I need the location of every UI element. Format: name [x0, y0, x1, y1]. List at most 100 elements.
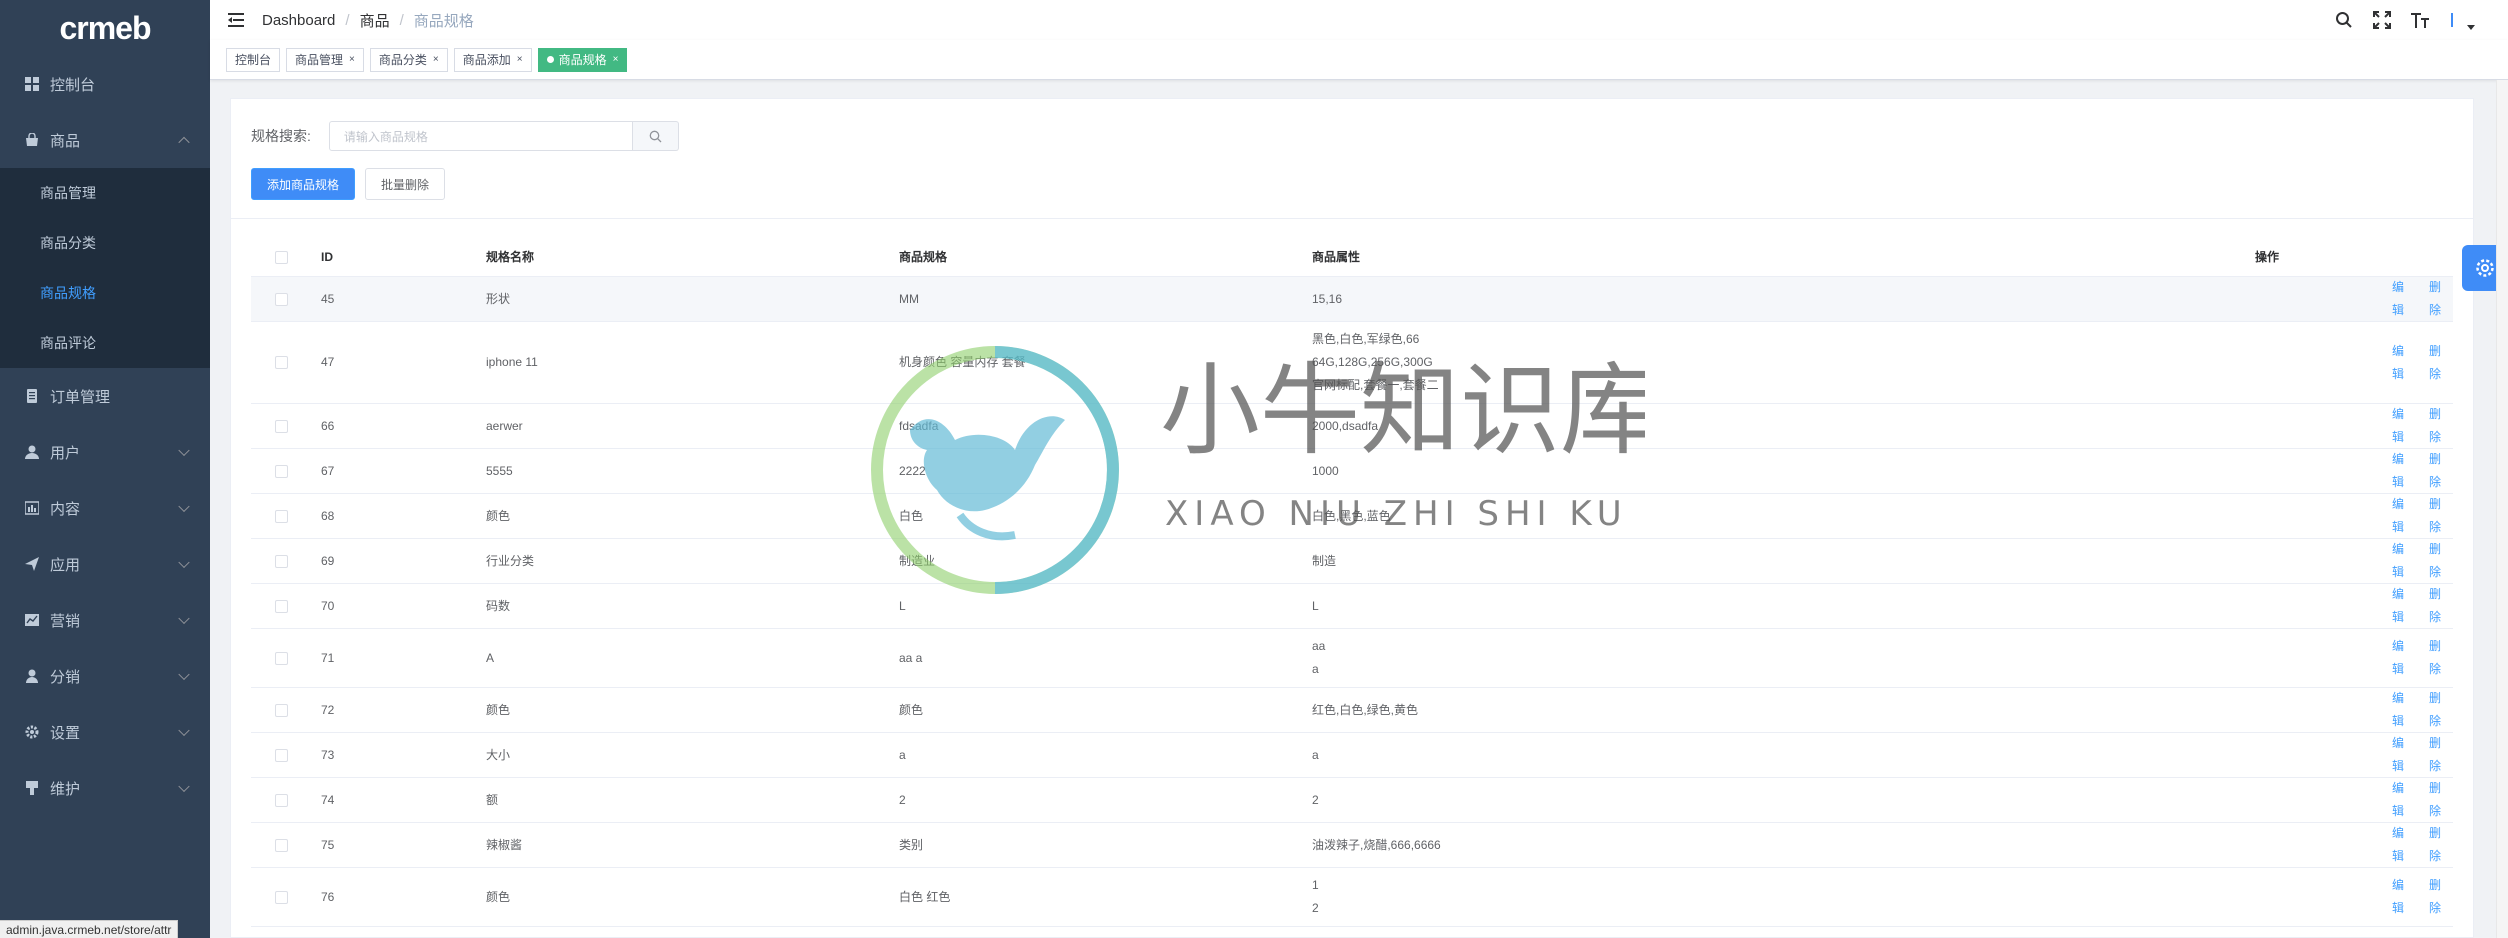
close-icon[interactable]: ×	[517, 54, 523, 65]
breadcrumb-dashboard[interactable]: Dashboard	[262, 12, 335, 29]
row-checkbox[interactable]	[274, 890, 288, 904]
close-icon[interactable]: ×	[349, 54, 355, 65]
cell-id: 71	[321, 650, 335, 665]
delete-link[interactable]: 删除	[2429, 583, 2442, 629]
sidebar-menu: 控制台商品商品管理 商品分类 商品规格 商品评论 订单管理 用户 内容应用营销 分销 设置 维护	[0, 56, 210, 816]
delete-link[interactable]: 删除	[2429, 493, 2442, 539]
cell-spec: aa a	[899, 650, 923, 665]
avatar[interactable]	[2448, 10, 2478, 30]
edit-link[interactable]: 编辑	[2392, 583, 2405, 629]
sidebar-item-distribution[interactable]: 分销	[0, 648, 210, 704]
marketing-icon	[24, 612, 40, 628]
edit-link[interactable]: 编辑	[2392, 538, 2405, 584]
delete-link[interactable]: 删除	[2429, 822, 2442, 868]
row-checkbox[interactable]	[274, 509, 288, 523]
attr-value: 油泼辣子,烧醋,666,6666	[1312, 837, 1441, 852]
submenu-item[interactable]: 商品规格	[0, 268, 210, 318]
delete-link[interactable]: 删除	[2429, 403, 2442, 449]
delete-link[interactable]: 删除	[2429, 340, 2442, 386]
sidebar: crmeb 控制台商品商品管理 商品分类 商品规格 商品评论 订单管理 用户 内容应用营销分…	[0, 0, 210, 938]
cell-id: 68	[321, 508, 335, 523]
tab-tag[interactable]: 商品规格 ×	[537, 47, 628, 72]
sidebar-item-marketing[interactable]: 营销	[0, 592, 210, 648]
fullscreen-icon[interactable]	[2372, 10, 2392, 30]
sidebar-item-app[interactable]: 应用	[0, 536, 210, 592]
cell-spec: 类别	[899, 837, 924, 852]
delete-link[interactable]: 删除	[2429, 635, 2442, 681]
sidebar-item-order[interactable]: 订单管理	[0, 368, 210, 424]
tab-tag[interactable]: 控制台	[226, 47, 281, 72]
scrollbar[interactable]	[2496, 80, 2508, 938]
sidebar-item-settings[interactable]: 设置	[0, 704, 210, 760]
spec-search-input[interactable]: 请输入商品规格	[328, 121, 633, 151]
font-size-icon[interactable]	[2410, 10, 2430, 30]
cell-attr: 白色,黑色,蓝色	[1302, 505, 2092, 528]
delete-link[interactable]: 删除	[2429, 777, 2442, 823]
table-row: 47 iphone 11 机身颜色 容量内存 套餐 黑色,白色,军绿色,66 64G,1…	[251, 322, 2453, 404]
edit-link[interactable]: 编辑	[2392, 635, 2405, 681]
row-checkbox[interactable]	[274, 464, 288, 478]
cell-spec: a	[899, 747, 906, 762]
add-spec-button[interactable]: 添加商品规格	[251, 168, 356, 200]
delete-link[interactable]: 删除	[2429, 448, 2442, 494]
row-checkbox[interactable]	[274, 748, 288, 762]
delete-link[interactable]: 删除	[2429, 276, 2442, 322]
edit-link[interactable]: 编辑	[2392, 448, 2405, 494]
batch-delete-button[interactable]: 批量删除	[365, 168, 446, 200]
close-icon[interactable]: ×	[613, 54, 619, 65]
tab-tag[interactable]: 商品分类 ×	[369, 47, 448, 72]
sidebar-item-user[interactable]: 用户	[0, 424, 210, 480]
sidebar-item-maintain[interactable]: 维护	[0, 760, 210, 816]
chevron-down-icon	[178, 780, 190, 793]
search-icon[interactable]	[2334, 10, 2354, 30]
cell-attr: L	[1302, 595, 2092, 618]
edit-link[interactable]: 编辑	[2392, 732, 2405, 778]
filter-bar: 规格搜索: 请输入商品规格	[231, 99, 2473, 151]
table-header: ID 规格名称 商品规格 商品属性 操作	[251, 239, 2453, 277]
row-checkbox[interactable]	[274, 356, 288, 369]
row-checkbox[interactable]	[274, 292, 288, 306]
edit-link[interactable]: 编辑	[2392, 822, 2405, 868]
row-checkbox[interactable]	[274, 419, 288, 433]
tab-tag[interactable]: 商品添加 ×	[453, 47, 532, 72]
edit-link[interactable]: 编辑	[2392, 403, 2405, 449]
submenu-item[interactable]: 商品分类	[0, 218, 210, 268]
delete-link[interactable]: 删除	[2429, 687, 2442, 733]
tab-tag-label: 商品管理	[295, 53, 344, 67]
row-checkbox[interactable]	[274, 599, 288, 613]
delete-link[interactable]: 删除	[2429, 874, 2442, 920]
edit-link[interactable]: 编辑	[2392, 687, 2405, 733]
chevron-down-icon	[178, 556, 190, 569]
app-logo[interactable]: crmeb	[0, 0, 210, 56]
submenu-item[interactable]: 商品评论	[0, 318, 210, 368]
sidebar-item-content[interactable]: 内容	[0, 480, 210, 536]
hamburger-icon[interactable]	[228, 13, 244, 27]
search-button[interactable]	[632, 121, 679, 151]
edit-link[interactable]: 编辑	[2392, 777, 2405, 823]
delete-link[interactable]: 删除	[2429, 538, 2442, 584]
row-checkbox[interactable]	[274, 838, 288, 852]
edit-link[interactable]: 编辑	[2392, 276, 2405, 322]
delete-link[interactable]: 删除	[2429, 732, 2442, 778]
sidebar-item-dashboard[interactable]: 控制台	[0, 56, 210, 112]
submenu-item[interactable]: 商品管理	[0, 168, 210, 218]
edit-link[interactable]: 编辑	[2392, 493, 2405, 539]
cell-id: 74	[321, 792, 335, 807]
cell-spec: 白色 红色	[899, 889, 951, 904]
edit-link[interactable]: 编辑	[2392, 340, 2405, 386]
edit-link[interactable]: 编辑	[2392, 874, 2405, 920]
sidebar-item-label: 应用	[50, 556, 81, 574]
sidebar-item-shop[interactable]: 商品	[0, 112, 210, 168]
row-checkbox[interactable]	[274, 651, 288, 665]
select-all-checkbox[interactable]	[274, 251, 288, 264]
close-icon[interactable]: ×	[433, 54, 439, 65]
attr-value: 64G,128G,256G,300G	[1312, 355, 1433, 369]
chevron-down-icon	[178, 612, 190, 625]
row-checkbox[interactable]	[274, 554, 288, 568]
tab-tag[interactable]: 商品管理 ×	[286, 47, 364, 72]
sidebar-item-label: 商品	[50, 132, 81, 150]
row-checkbox[interactable]	[274, 793, 288, 807]
distribution-icon	[24, 668, 40, 684]
row-checkbox[interactable]	[274, 703, 288, 717]
breadcrumb-goods[interactable]: 商品	[360, 10, 390, 31]
